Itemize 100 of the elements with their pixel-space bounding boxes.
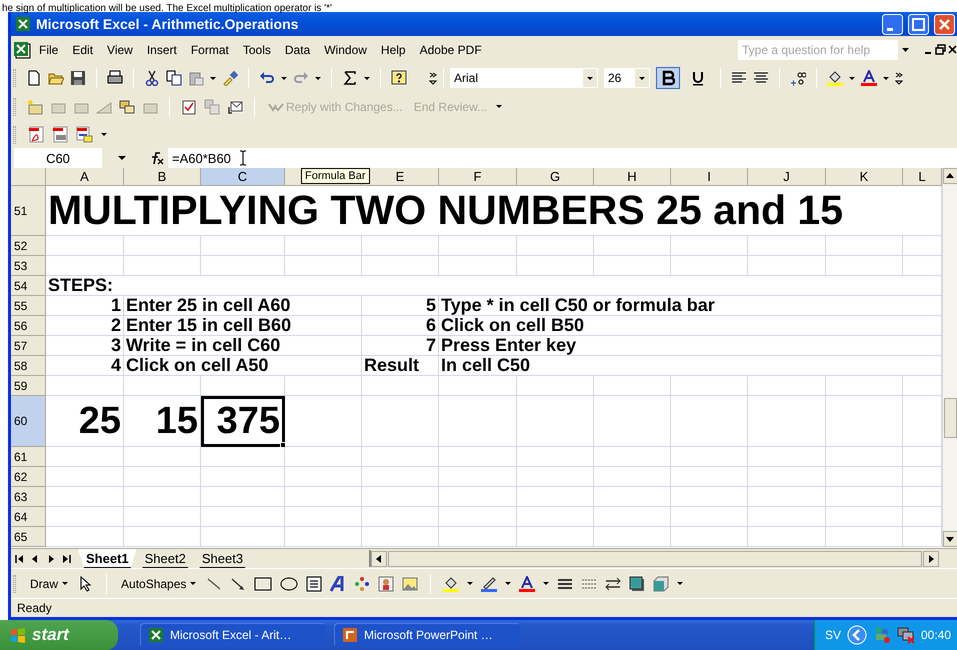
- track-changes-icon[interactable]: [181, 98, 197, 114]
- grid-cell[interactable]: [439, 376, 517, 396]
- grid-cell[interactable]: [285, 467, 362, 487]
- taskbar-button[interactable]: Microsoft PowerPoint …: [334, 623, 520, 647]
- row-header[interactable]: 54: [11, 276, 46, 296]
- grid-cell[interactable]: [124, 487, 201, 507]
- grid-cell[interactable]: [439, 256, 517, 276]
- caret-icon[interactable]: [543, 581, 550, 586]
- row-header[interactable]: 55: [11, 296, 46, 316]
- grid-cell[interactable]: [201, 487, 285, 507]
- help-icon[interactable]: [391, 70, 407, 86]
- grid-cell[interactable]: [594, 256, 671, 276]
- grid-cell[interactable]: [517, 487, 594, 507]
- scroll-up-icon[interactable]: [943, 168, 957, 184]
- grid-cell[interactable]: [362, 236, 439, 256]
- image-icon[interactable]: [402, 576, 418, 592]
- grid-cell[interactable]: [903, 527, 942, 547]
- grid-cell[interactable]: [903, 236, 942, 256]
- cut-icon[interactable]: [144, 70, 160, 86]
- diagram-icon[interactable]: [354, 576, 370, 592]
- grid-cell[interactable]: [826, 527, 903, 547]
- row-header[interactable]: 65: [11, 527, 46, 547]
- menu-item[interactable]: File: [33, 41, 64, 59]
- grid-cell[interactable]: [362, 256, 439, 276]
- grid-cell[interactable]: [748, 527, 826, 547]
- restore-icon[interactable]: [935, 43, 946, 57]
- maximize-icon[interactable]: [908, 14, 929, 34]
- grid-cell[interactable]: [594, 527, 671, 547]
- draw-menu-button[interactable]: Draw: [28, 576, 70, 590]
- menu-item[interactable]: View: [101, 41, 139, 59]
- grid-cell[interactable]: [826, 447, 903, 467]
- grid-cell[interactable]: [903, 376, 942, 396]
- grid-cell[interactable]: [362, 527, 439, 547]
- network-disconnected-icon[interactable]: [896, 626, 915, 644]
- grid-cell[interactable]: [671, 527, 748, 547]
- grid-cell[interactable]: [46, 447, 124, 467]
- fill-handle[interactable]: [280, 442, 286, 448]
- grid-cell[interactable]: [439, 447, 517, 467]
- grid-cell[interactable]: [826, 376, 903, 396]
- row-header[interactable]: 62: [11, 467, 46, 487]
- scrollbar-thumb[interactable]: [944, 398, 957, 438]
- save-icon[interactable]: [70, 70, 86, 86]
- grid-cell[interactable]: [671, 256, 748, 276]
- grid-cell[interactable]: [362, 507, 439, 527]
- grid-cell[interactable]: [201, 256, 285, 276]
- caret-icon[interactable]: [62, 581, 68, 586]
- column-header[interactable]: G: [517, 168, 594, 186]
- row-header[interactable]: 63: [11, 487, 46, 507]
- row-header[interactable]: 60: [11, 396, 46, 447]
- grid-cell[interactable]: [285, 376, 362, 396]
- row-header[interactable]: 64: [11, 507, 46, 527]
- grid-cell[interactable]: [826, 467, 903, 487]
- grid-cell[interactable]: [748, 507, 826, 527]
- grid-cell[interactable]: [201, 507, 285, 527]
- grid-cell[interactable]: [671, 376, 748, 396]
- function-icon[interactable]: [149, 150, 164, 166]
- grid-cell[interactable]: [517, 396, 594, 447]
- taskbar-button[interactable]: Microsoft Excel - Arit…: [140, 623, 326, 647]
- grid-cell[interactable]: [748, 447, 826, 467]
- grid-cell[interactable]: [46, 376, 124, 396]
- column-header[interactable]: K: [826, 168, 903, 186]
- decrease-decimal-icon[interactable]: [790, 70, 806, 86]
- grid-cell[interactable]: [903, 467, 942, 487]
- sheet-tab[interactable]: Sheet1: [78, 549, 137, 568]
- grid-cell[interactable]: [124, 256, 201, 276]
- grid-cell[interactable]: [439, 507, 517, 527]
- grid-cell[interactable]: [903, 487, 942, 507]
- scroll-left-icon[interactable]: [371, 550, 387, 566]
- grid-cell[interactable]: [46, 236, 124, 256]
- grid-cell[interactable]: [826, 236, 903, 256]
- grid-cell[interactable]: [124, 527, 201, 547]
- grid-cell[interactable]: [362, 376, 439, 396]
- font-color-icon[interactable]: [861, 70, 877, 86]
- grid-cell[interactable]: [517, 507, 594, 527]
- grid-cell[interactable]: [46, 467, 124, 487]
- more-icon[interactable]: [429, 71, 437, 85]
- scroll-right-icon[interactable]: [923, 550, 939, 566]
- grid-cell[interactable]: [46, 487, 124, 507]
- pdf-icon[interactable]: [28, 126, 44, 143]
- sum-icon[interactable]: [342, 70, 358, 86]
- arrow-icon[interactable]: [230, 576, 246, 592]
- pdf-review-icon[interactable]: [76, 126, 93, 143]
- caret-icon[interactable]: [677, 581, 684, 586]
- row-header[interactable]: 61: [11, 447, 46, 467]
- grid-cell[interactable]: [124, 467, 201, 487]
- grid-cell[interactable]: [594, 467, 671, 487]
- grid-cell[interactable]: [517, 376, 594, 396]
- grid-cell[interactable]: [201, 236, 285, 256]
- grid-cell[interactable]: [46, 256, 124, 276]
- comments-icon[interactable]: [119, 98, 135, 114]
- grid-cell[interactable]: [517, 527, 594, 547]
- line-color-icon[interactable]: [481, 576, 498, 592]
- grid-cell[interactable]: [124, 447, 201, 467]
- redo-icon[interactable]: [293, 70, 309, 86]
- menu-item[interactable]: Window: [318, 41, 373, 59]
- caret-icon[interactable]: [101, 132, 107, 137]
- protect-icon[interactable]: [204, 98, 220, 114]
- format-painter-icon[interactable]: [222, 70, 238, 86]
- grid-cell[interactable]: [594, 487, 671, 507]
- row-header[interactable]: 51: [11, 186, 46, 236]
